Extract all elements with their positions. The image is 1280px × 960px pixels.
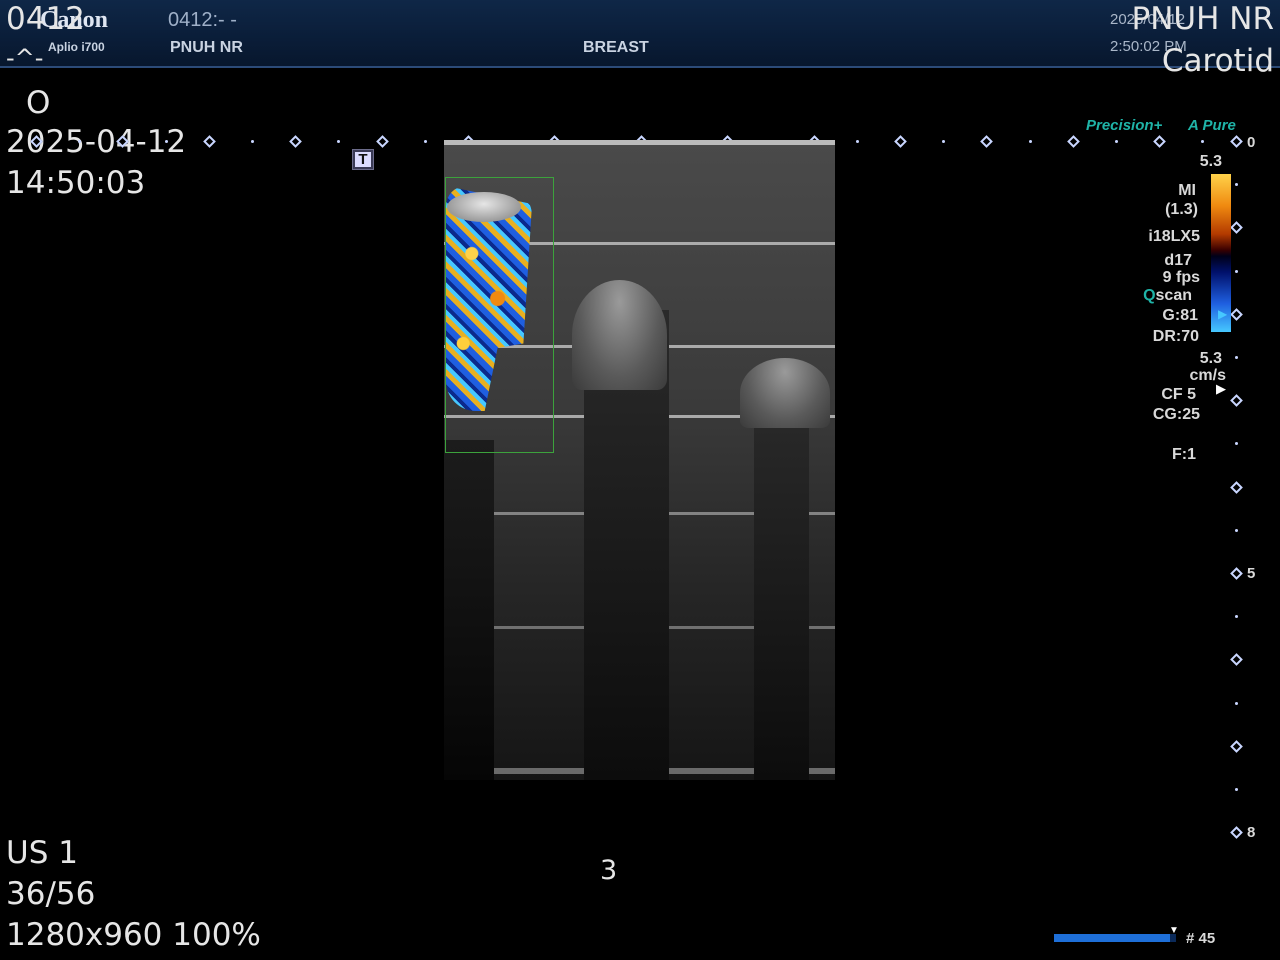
param-qscan: Qscan (1143, 287, 1192, 304)
param-max-velocity: 5.3 (1199, 153, 1222, 170)
param-mi-label: MI (1178, 182, 1196, 199)
param-qscan-text: scan (1155, 287, 1192, 304)
scale-tick-major (202, 135, 216, 148)
param-color-gain: CG:25 (1152, 406, 1200, 423)
depth-label-5: 5 (1247, 565, 1256, 582)
scale-tick-minor (164, 140, 168, 143)
param-fps: 9 fps (1162, 269, 1200, 286)
depth-tick-minor (1235, 442, 1238, 446)
shadow-column (444, 440, 494, 780)
overlay-orientation-marker: O (26, 85, 51, 121)
depth-tick-minor (1235, 788, 1238, 791)
scale-tick-minor (1201, 140, 1205, 143)
cine-frame-label: # 45 (1186, 930, 1216, 947)
overlay-image-index: 36/56 (6, 876, 96, 912)
precision-logo: Precision+ (1086, 117, 1163, 134)
param-velocity-value: 5.3 (1199, 350, 1222, 367)
depth-label-8: 8 (1247, 824, 1256, 841)
depth-tick-major (1230, 567, 1243, 580)
scanner-model: Aplio i700 (48, 40, 105, 54)
param-mi-value: (1.3) (1165, 201, 1198, 218)
scale-tick-minor (337, 140, 341, 143)
overlay-patient-sub: -^- (6, 44, 44, 72)
cine-marker-icon: ▼ (1169, 925, 1179, 936)
scale-tick-major (1153, 135, 1167, 148)
overlay-patient-id: 0412 (6, 1, 85, 37)
scale-tick-major (289, 135, 303, 148)
echogenic-object (740, 358, 830, 428)
overlay-modality: US 1 (6, 835, 78, 871)
scale-tick-minor (251, 140, 254, 143)
t-marker[interactable]: T (352, 149, 374, 170)
depth-tick-major (1230, 307, 1243, 321)
cine-progress-fill (1054, 934, 1170, 942)
overlay-resolution: 1280x960 100% (6, 917, 261, 953)
overlay-institution: PNUH NR (1131, 1, 1274, 37)
depth-tick-major (1230, 135, 1243, 148)
depth-tick-major (1230, 653, 1243, 667)
param-focus: F:1 (1172, 446, 1196, 463)
pure-logo: A Pure (1188, 117, 1236, 134)
depth-tick-minor (1235, 701, 1238, 705)
scale-tick-major (375, 135, 389, 148)
depth-label-0: 0 (1247, 134, 1256, 151)
scale-tick-major (1066, 135, 1080, 148)
scale-tick-minor (942, 140, 946, 143)
depth-tick-major (1230, 221, 1243, 235)
color-roi-box[interactable] (445, 177, 554, 453)
scale-tick-minor (855, 140, 859, 143)
echogenic-object (572, 280, 667, 390)
header-exam: BREAST (583, 39, 649, 56)
scale-tick-minor (1028, 140, 1032, 143)
depth-tick-minor (1235, 269, 1238, 273)
depth-tick-major (1230, 394, 1243, 408)
depth-tick-minor (1235, 356, 1238, 359)
echo-band (444, 140, 835, 145)
t-marker-label: T (358, 151, 368, 168)
scale-tick-major (894, 135, 907, 148)
baseline-marker-icon: ▶ (1218, 307, 1228, 321)
header-patient-id: 0412:- - (168, 9, 237, 31)
scale-tick-minor (1115, 140, 1118, 143)
param-dynamic-range: DR:70 (1152, 328, 1199, 345)
overlay-frame-number: 3 (600, 855, 618, 886)
focus-marker-icon[interactable]: ▶ (1216, 381, 1226, 397)
depth-tick-major (1230, 480, 1243, 494)
param-gain: G:81 (1162, 307, 1198, 324)
param-color-frequency: CF 5 (1161, 386, 1196, 403)
cine-progress-track[interactable] (1054, 934, 1176, 942)
overlay-body-part: Carotid (1161, 43, 1274, 79)
overlay-time: 14:50:03 (6, 165, 146, 201)
param-depth: d17 (1164, 252, 1192, 269)
param-probe: i18LX5 (1148, 228, 1200, 245)
depth-tick-major (1230, 739, 1243, 753)
shadow-column (754, 400, 809, 780)
depth-tick-minor (1235, 183, 1238, 187)
depth-tick-minor (1235, 615, 1238, 619)
scale-tick-minor (423, 140, 427, 143)
header-institution: PNUH NR (170, 39, 243, 56)
scale-tick-major (980, 135, 994, 148)
depth-tick-minor (1235, 528, 1238, 532)
depth-tick-major (1230, 826, 1243, 840)
